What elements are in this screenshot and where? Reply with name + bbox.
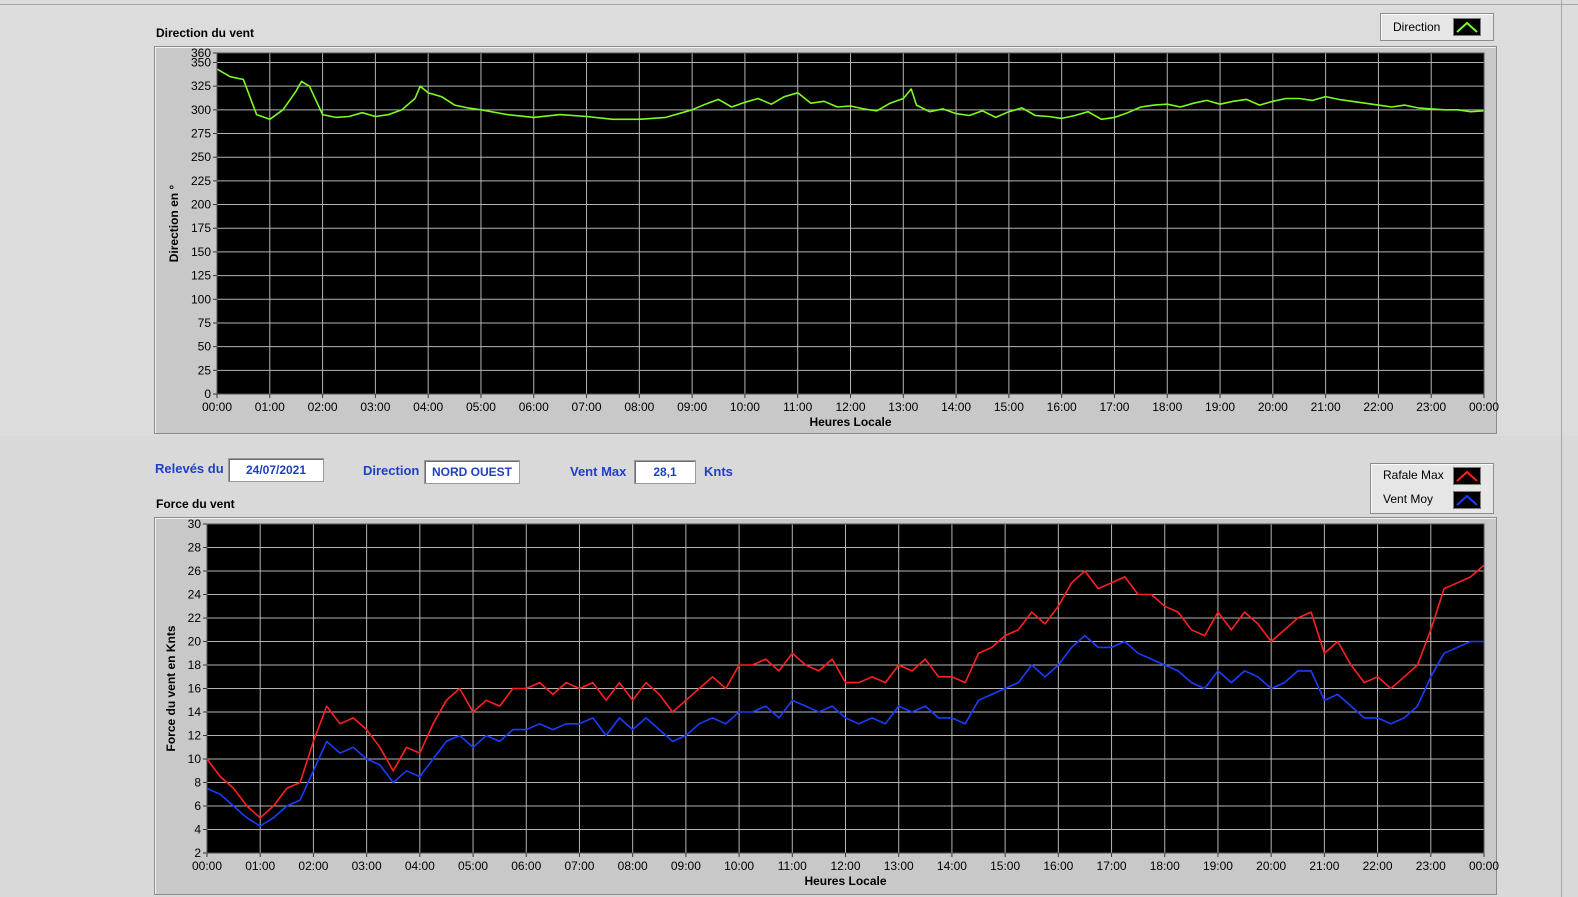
force-chart[interactable]: 00:00 01:00 02:00 03:00 04:00 05:00 06:00 07:00… (0, 0, 1578, 897)
x-tick-label: 20:00 (1256, 859, 1286, 873)
y-tick-label: 6 (194, 799, 201, 813)
y-tick-label: 14 (188, 705, 202, 719)
x-tick-label: 14:00 (937, 859, 967, 873)
x-tick-label: 21:00 (1309, 859, 1339, 873)
x-tick-label: 04:00 (405, 859, 435, 873)
x-tick-label: 15:00 (990, 859, 1020, 873)
x-axis-label: Heures Locale (804, 874, 886, 888)
y-tick-label: 26 (188, 564, 202, 578)
y-axis-label: Force du vent en Knts (164, 625, 178, 751)
x-tick-label: 00:00 (192, 859, 222, 873)
y-tick-label: 10 (188, 752, 202, 766)
y-tick-label: 20 (188, 635, 202, 649)
x-tick-label: 19:00 (1203, 859, 1233, 873)
y-tick-label: 8 (194, 776, 201, 790)
x-tick-label: 12:00 (830, 859, 860, 873)
x-tick-label: 01:00 (245, 859, 275, 873)
x-tick-label: 05:00 (458, 859, 488, 873)
x-tick-label: 11:00 (778, 859, 807, 873)
y-tick-label: 2 (194, 846, 201, 860)
y-tick-label: 28 (188, 541, 202, 555)
x-tick-label: 13:00 (884, 859, 914, 873)
y-tick-label: 16 (188, 682, 202, 696)
x-tick-label: 07:00 (564, 859, 594, 873)
x-tick-label: 22:00 (1363, 859, 1393, 873)
y-tick-label: 24 (188, 588, 202, 602)
x-tick-label: 17:00 (1097, 859, 1127, 873)
x-tick-label: 16:00 (1043, 859, 1073, 873)
x-tick-label: 18:00 (1150, 859, 1180, 873)
x-tick-label: 00:00 (1469, 859, 1499, 873)
x-tick-label: 08:00 (618, 859, 648, 873)
x-tick-label: 06:00 (511, 859, 541, 873)
x-tick-label: 09:00 (671, 859, 701, 873)
y-tick-label: 30 (188, 517, 202, 531)
y-tick-label: 18 (188, 658, 202, 672)
x-tick-label: 03:00 (352, 859, 382, 873)
y-tick-label: 22 (188, 611, 202, 625)
x-tick-label: 10:00 (724, 859, 754, 873)
x-tick-label: 23:00 (1416, 859, 1446, 873)
x-tick-label: 02:00 (298, 859, 328, 873)
y-tick-label: 4 (194, 823, 201, 837)
y-tick-label: 12 (188, 729, 202, 743)
